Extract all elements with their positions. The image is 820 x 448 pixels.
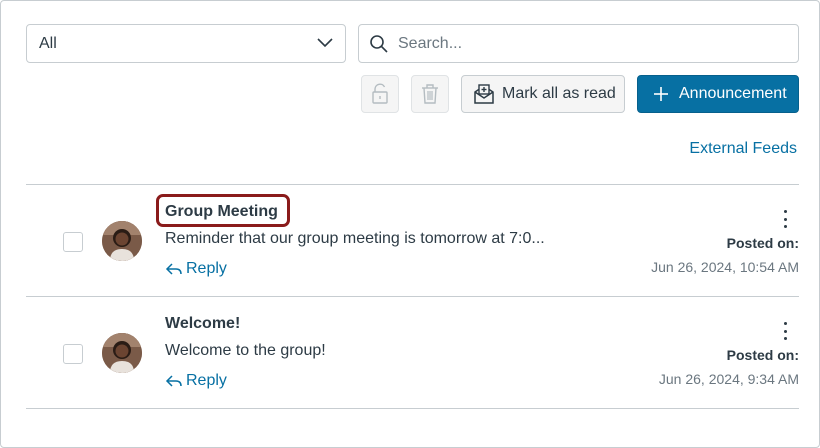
announcement-message: Reminder that our group meeting is tomor… — [165, 230, 545, 247]
announcement-checkbox[interactable] — [63, 232, 83, 252]
mark-all-read-button[interactable]: Mark all as read — [461, 75, 625, 113]
avatar[interactable] — [102, 333, 142, 373]
reply-label: Reply — [186, 260, 227, 277]
plus-icon — [654, 87, 668, 101]
add-announcement-label: Announcement — [679, 85, 787, 102]
external-feeds-link[interactable]: External Feeds — [689, 140, 797, 158]
highlight-box — [156, 194, 290, 227]
unlock-icon — [372, 83, 388, 104]
avatar[interactable] — [102, 221, 142, 261]
reply-arrow-icon — [165, 375, 182, 387]
reply-arrow-icon — [165, 263, 182, 275]
envelope-open-icon — [474, 84, 494, 104]
posted-date: Jun 26, 2024, 9:34 AM — [658, 371, 799, 387]
filter-select-value: All — [39, 34, 57, 52]
posted-label: Posted on: — [726, 347, 799, 363]
user-photo-icon — [102, 221, 142, 261]
lock-button[interactable] — [361, 75, 399, 113]
reply-label: Reply — [186, 372, 227, 389]
chevron-down-icon — [317, 38, 333, 48]
posted-date: Jun 26, 2024, 10:54 AM — [651, 259, 799, 275]
search-input[interactable] — [398, 34, 778, 53]
announcement-title[interactable]: Welcome! — [165, 315, 240, 333]
divider — [26, 408, 799, 409]
posted-label: Posted on: — [726, 235, 799, 251]
trash-icon — [422, 84, 438, 104]
search-icon — [370, 34, 388, 53]
more-options-icon[interactable] — [780, 210, 790, 228]
user-photo-icon — [102, 333, 142, 373]
search-box[interactable] — [358, 24, 799, 63]
reply-button[interactable]: Reply — [165, 372, 227, 390]
announcements-panel: All Search... Mark all as read Announcem… — [0, 0, 820, 448]
add-announcement-button[interactable]: Announcement — [637, 75, 799, 113]
announcement-row: Group Meeting Reminder that our group me… — [26, 185, 799, 297]
delete-button[interactable] — [411, 75, 449, 113]
mark-all-read-label: Mark all as read — [502, 85, 616, 102]
more-options-icon[interactable] — [780, 322, 790, 340]
filter-select[interactable]: All — [26, 24, 346, 63]
announcement-message: Welcome to the group! — [165, 342, 326, 359]
announcement-checkbox[interactable] — [63, 344, 83, 364]
reply-button[interactable]: Reply — [165, 260, 227, 278]
announcement-row: Welcome! Welcome to the group! Reply Pos… — [26, 297, 799, 409]
